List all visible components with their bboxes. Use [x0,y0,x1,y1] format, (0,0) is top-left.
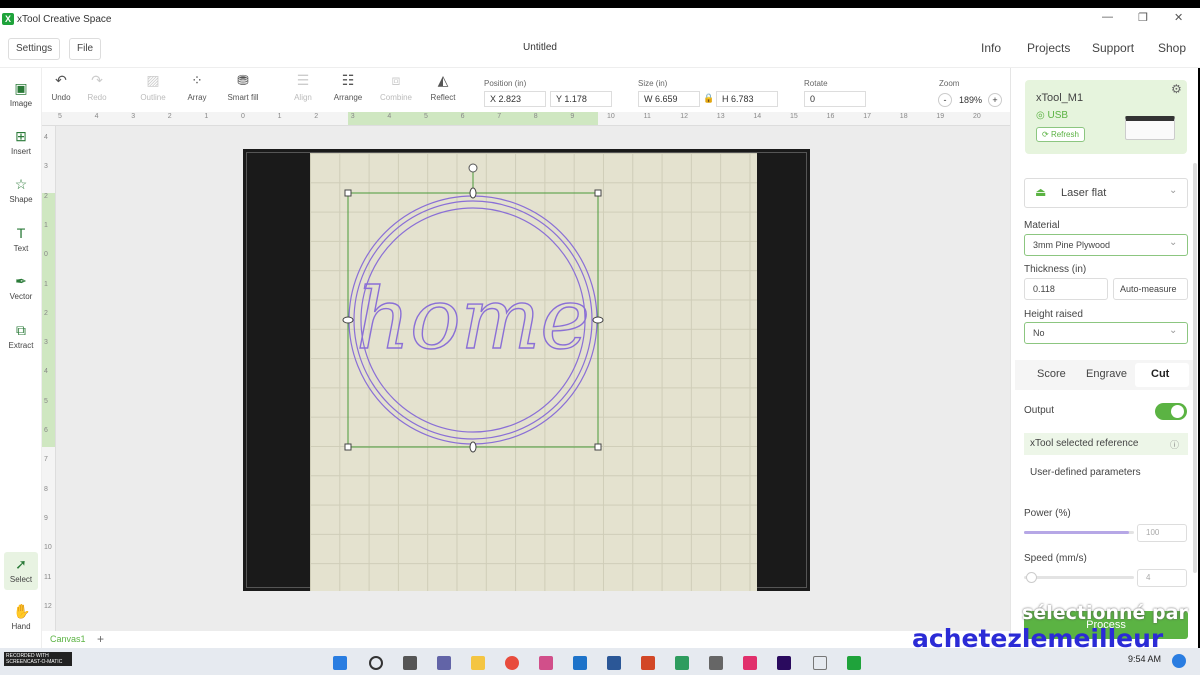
home-script-text: home [356,270,590,368]
spreadsheet-icon[interactable] [675,656,689,670]
power-input[interactable]: 100 [1137,524,1187,542]
resize-handle-br[interactable] [594,443,602,451]
resize-handle-top[interactable] [469,187,477,199]
thickness-input[interactable]: 0.118 [1024,278,1108,300]
resize-handle-left[interactable] [342,316,354,324]
tab-score[interactable]: Score [1037,368,1066,380]
teams-icon[interactable] [437,656,451,670]
watermark-line1: sélectionné par [1022,602,1188,624]
premiere-icon[interactable] [777,656,791,670]
laser-mode-select[interactable]: Laser flat [1024,178,1188,208]
power-slider[interactable] [1024,531,1134,534]
reference-selected-option[interactable]: xTool selected reference ⓘ [1024,433,1188,455]
output-toggle-knob [1171,405,1184,418]
chevron-down-icon: ⌄ [1169,185,1178,196]
connection-label: USB [1047,110,1069,121]
xtool-taskbar-icon[interactable] [847,656,861,670]
terminal-icon[interactable] [709,656,723,670]
device-card[interactable]: xTool_M1 ◎ USB ⟳ Refresh ⚙ [1025,80,1187,154]
canvas-tabs-bar: Canvas1 + [42,631,1010,648]
laser-flat-icon: ⏏ [1035,185,1047,199]
connection-status: ◎ USB [1036,110,1069,121]
search-taskbar-icon[interactable] [369,656,383,670]
word-icon[interactable] [607,656,621,670]
reference-selected-label: xTool selected reference [1030,438,1139,449]
power-label: Power (%) [1024,508,1071,519]
panel-scrollbar[interactable] [1193,163,1197,573]
screen-recorder-badge: RECORDED WITH SCREENCAST-O-MATIC [4,652,72,666]
resize-handle-tl[interactable] [344,189,352,197]
thickness-label: Thickness (in) [1024,264,1087,275]
home-sign-design[interactable]: home [348,195,598,445]
app-icon[interactable] [539,656,553,670]
notification-icon[interactable] [1172,654,1186,668]
rotate-handle[interactable] [468,163,478,173]
speed-label: Speed (mm/s) [1024,553,1087,564]
power-slider-fill [1024,531,1129,534]
user-defined-option[interactable]: User-defined parameters [1030,467,1141,478]
refresh-label: Refresh [1050,130,1079,139]
file-explorer-icon[interactable] [471,656,485,670]
height-raised-label: Height raised [1024,309,1083,320]
office-icon[interactable] [641,656,655,670]
height-raised-select[interactable]: No [1024,322,1188,344]
right-settings-panel: xTool_M1 ◎ USB ⟳ Refresh ⚙ Laser flat ⏏ … [1010,68,1198,648]
material-label: Material [1024,220,1060,231]
resize-handle-tr[interactable] [594,189,602,197]
watermark-line2: achetezlemeilleur [912,624,1164,653]
mode-tabs: Score Engrave Cut [1015,360,1195,390]
clock: 9:54 AM [1128,654,1162,664]
laser-machine-icon [1125,116,1175,140]
output-toggle[interactable] [1155,403,1187,420]
resize-handle-right[interactable] [592,316,604,324]
speed-input[interactable]: 4 [1137,569,1187,587]
mail-icon[interactable] [573,656,587,670]
resize-handle-bottom[interactable] [469,441,477,453]
tab-cut[interactable]: Cut [1151,368,1169,380]
window-icon[interactable] [813,656,827,670]
resize-handle-bl[interactable] [344,443,352,451]
instagram-icon[interactable] [743,656,757,670]
add-canvas-button[interactable]: + [97,632,104,646]
material-select[interactable]: 3mm Pine Plywood [1024,234,1188,256]
device-settings-gear-icon[interactable]: ⚙ [1171,82,1182,96]
chrome-icon[interactable] [505,656,519,670]
info-icon[interactable]: ⓘ [1170,438,1179,451]
output-label: Output [1024,405,1055,416]
speed-slider[interactable] [1024,572,1134,583]
speed-slider-knob[interactable] [1026,572,1038,583]
material-chevron-icon: ⌄ [1169,237,1178,248]
task-view-icon[interactable] [403,656,417,670]
start-icon[interactable] [333,656,347,670]
device-name: xTool_M1 [1036,92,1084,104]
auto-measure-button[interactable]: Auto-measure [1113,278,1188,300]
height-chevron-icon: ⌄ [1169,325,1178,336]
tab-canvas1[interactable]: Canvas1 [50,634,86,644]
refresh-button[interactable]: ⟳ Refresh [1036,127,1085,142]
tab-engrave[interactable]: Engrave [1086,368,1127,380]
